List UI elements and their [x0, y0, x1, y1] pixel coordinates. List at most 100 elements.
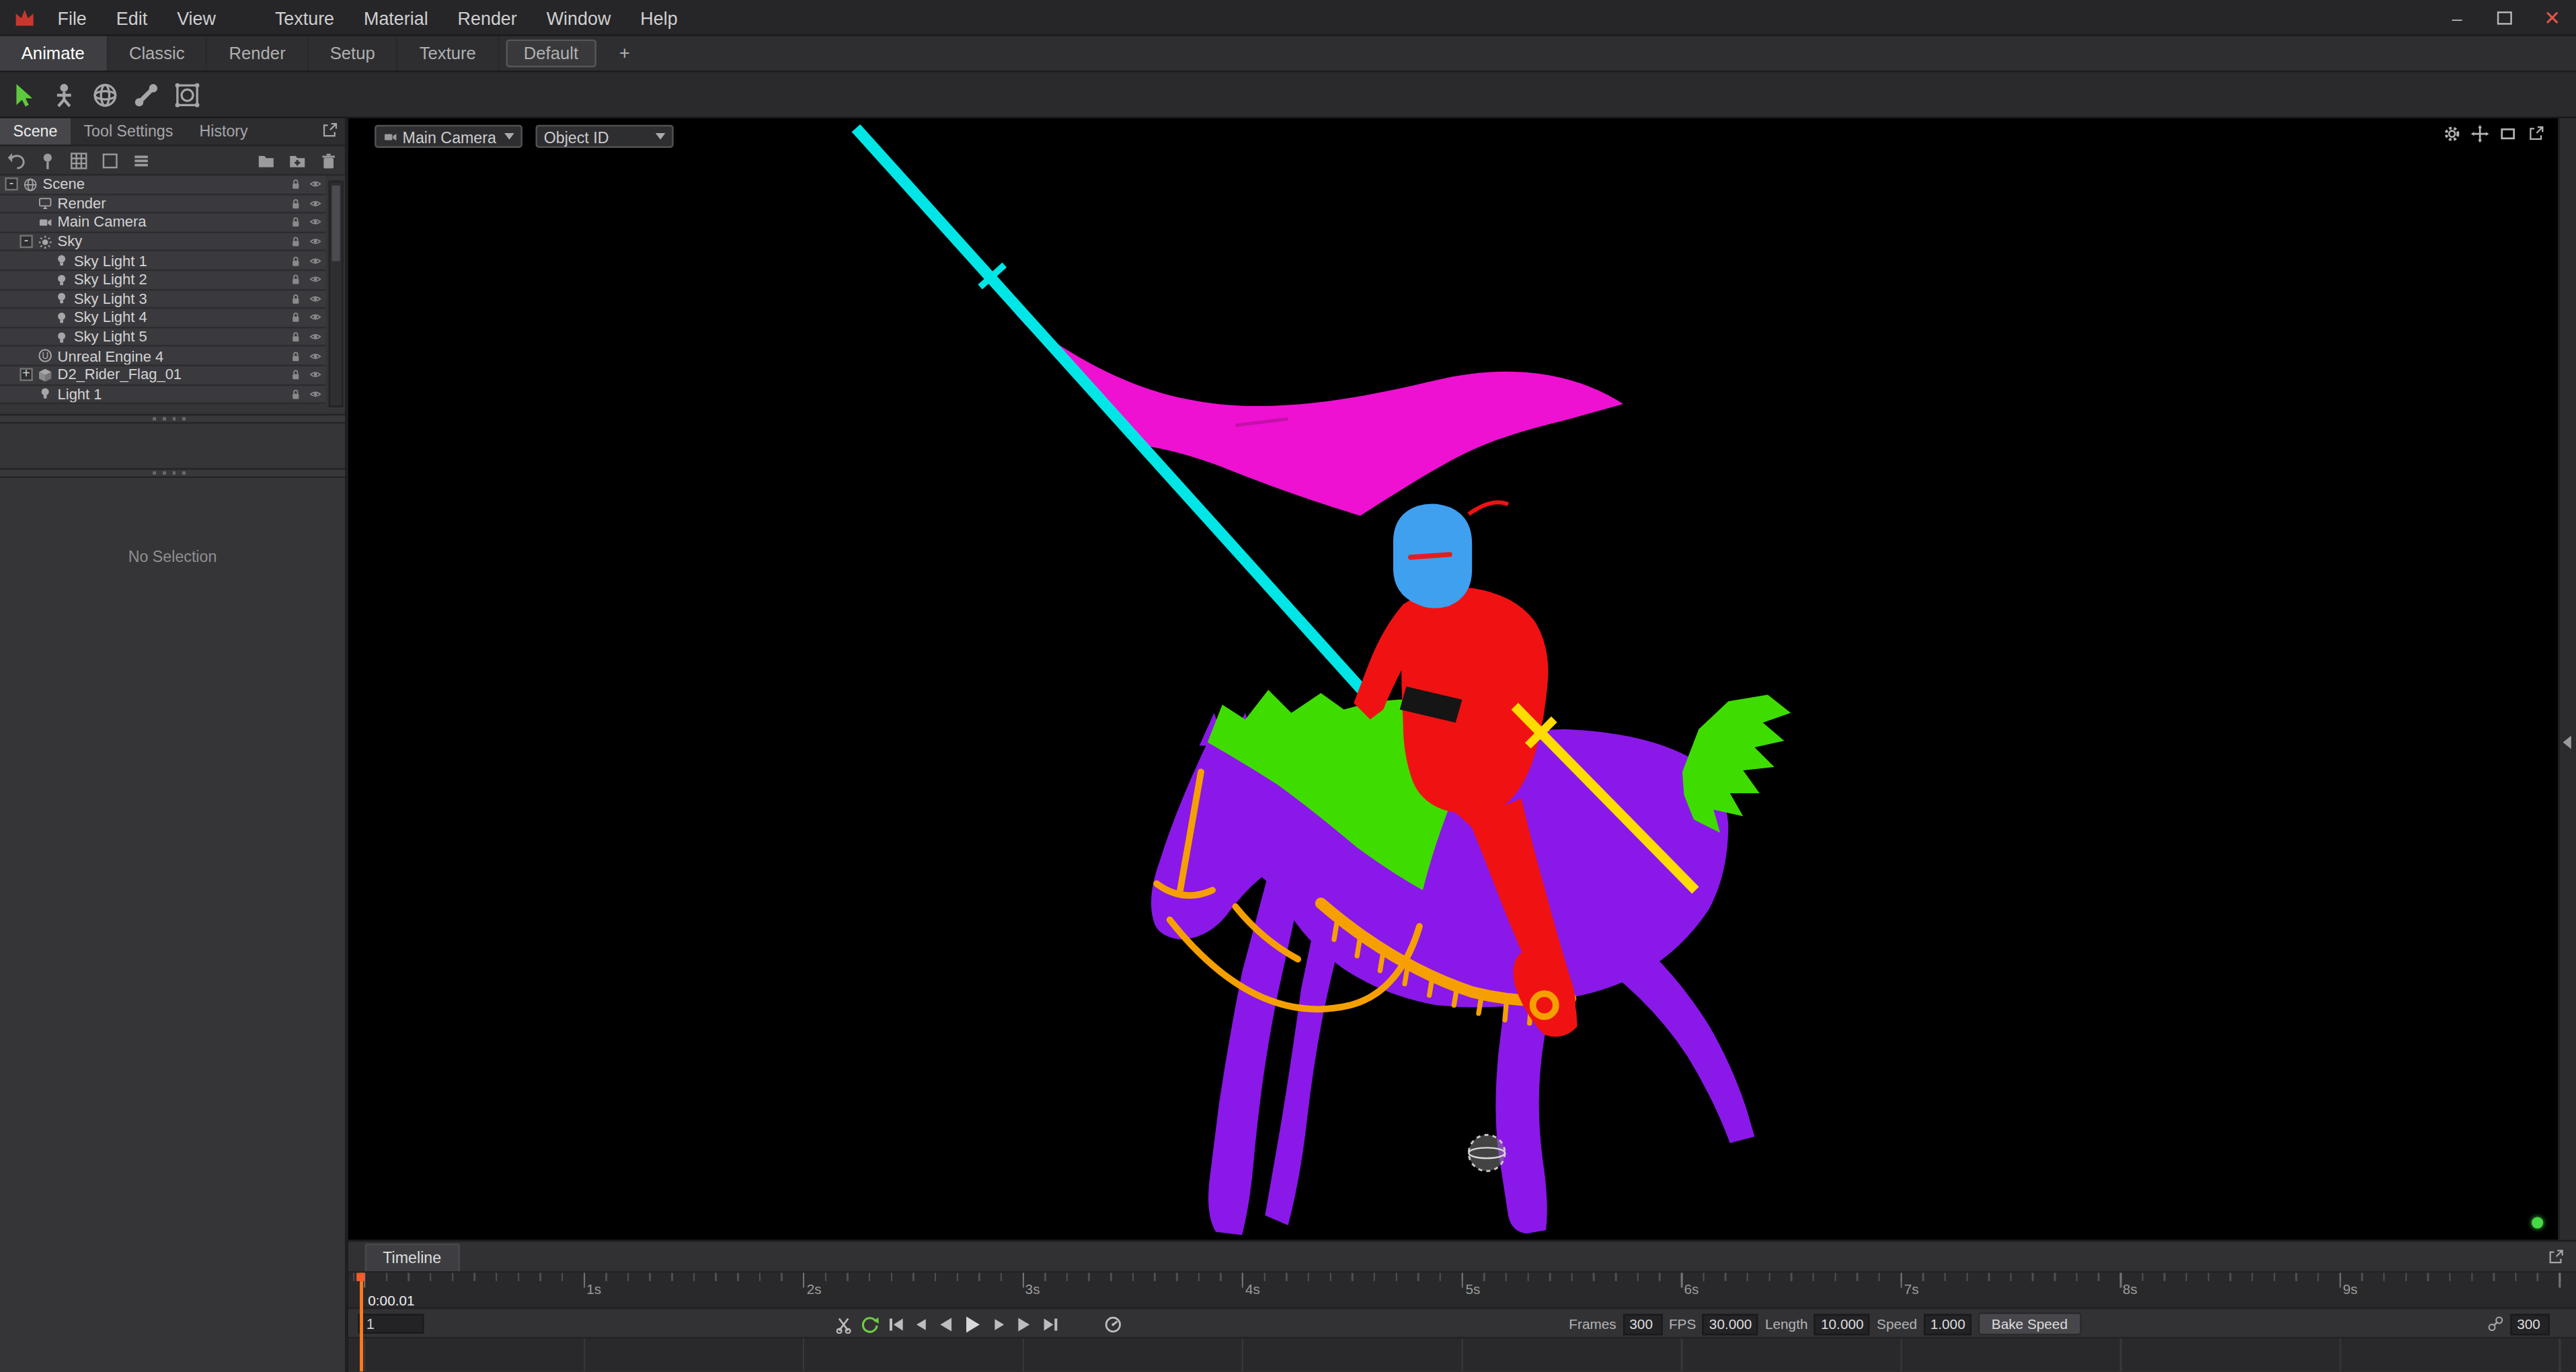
- tab-history[interactable]: History: [186, 118, 261, 145]
- play-button[interactable]: [963, 1313, 984, 1334]
- layers-icon[interactable]: [131, 151, 151, 170]
- view-mode-dropdown[interactable]: Object ID: [536, 125, 674, 148]
- lock-icon[interactable]: [289, 197, 303, 210]
- tree-item-sky-light-5[interactable]: Sky Light 5: [0, 328, 325, 347]
- loop-toggle-button[interactable]: [861, 1315, 879, 1333]
- visibility-icon[interactable]: [309, 350, 322, 363]
- close-button[interactable]: ✕: [2528, 0, 2576, 36]
- lock-icon[interactable]: [289, 330, 303, 344]
- next-frame-button[interactable]: [992, 1316, 1007, 1331]
- visibility-icon[interactable]: [309, 311, 322, 325]
- tree-item-render[interactable]: Render: [0, 195, 325, 214]
- visibility-icon[interactable]: [309, 254, 322, 268]
- tree-item-d2-rider-flag[interactable]: + D2_Rider_Flag_01: [0, 366, 325, 385]
- menu-edit[interactable]: Edit: [102, 0, 162, 36]
- grid-icon[interactable]: [69, 151, 89, 170]
- panel-popout-button[interactable]: [320, 122, 340, 141]
- current-frame-field[interactable]: 1: [358, 1313, 424, 1332]
- lock-icon[interactable]: [289, 178, 303, 192]
- menu-file[interactable]: File: [43, 0, 102, 36]
- visibility-icon[interactable]: [309, 178, 322, 192]
- menu-texture[interactable]: Texture: [260, 0, 349, 36]
- panel-splitter[interactable]: [0, 469, 345, 479]
- menu-render[interactable]: Render: [443, 0, 532, 36]
- visibility-icon[interactable]: [309, 330, 322, 344]
- tree-item-sky-light-4[interactable]: Sky Light 4: [0, 309, 325, 328]
- menu-material[interactable]: Material: [349, 0, 443, 36]
- end-frame-field[interactable]: 300: [2510, 1313, 2550, 1334]
- playback-speed-button[interactable]: [1104, 1315, 1122, 1333]
- armature-tool-button[interactable]: [49, 80, 79, 110]
- cut-button[interactable]: [834, 1315, 853, 1333]
- delete-icon[interactable]: [319, 151, 338, 170]
- viewport-canvas[interactable]: Main Camera Object ID: [348, 118, 2558, 1240]
- fps-field[interactable]: 30.000: [1703, 1313, 1758, 1334]
- tree-item-sky-light-2[interactable]: Sky Light 2: [0, 271, 325, 290]
- maximize-button[interactable]: [2481, 0, 2528, 36]
- menu-view[interactable]: View: [162, 0, 231, 36]
- visibility-icon[interactable]: [309, 292, 322, 306]
- frame-icon[interactable]: [2499, 125, 2517, 143]
- previous-frame-button[interactable]: [913, 1316, 928, 1331]
- workspace-tab-animate[interactable]: Animate: [0, 36, 108, 71]
- workspace-tab-default[interactable]: Default: [506, 40, 596, 68]
- tab-scene[interactable]: Scene: [0, 118, 71, 145]
- timeline-popout-button[interactable]: [2546, 1248, 2566, 1268]
- frames-field[interactable]: 300: [1623, 1313, 1663, 1334]
- workspace-tab-setup[interactable]: Setup: [309, 36, 398, 71]
- workspace-tab-render[interactable]: Render: [208, 36, 309, 71]
- tree-scrollbar[interactable]: [329, 181, 344, 407]
- tree-item-scene[interactable]: - Scene: [0, 175, 325, 194]
- panel-splitter[interactable]: [0, 414, 345, 424]
- timeline-ruler[interactable]: 1s 2s 3s 4s 5s 6s 7s 8s 9s 0:00.01: [348, 1273, 2576, 1309]
- lock-icon[interactable]: [289, 350, 303, 363]
- undo-icon[interactable]: [7, 151, 26, 170]
- right-panel-collapsed[interactable]: [2558, 118, 2576, 1240]
- lock-icon[interactable]: [289, 311, 303, 325]
- tree-item-sky-light-3[interactable]: Sky Light 3: [0, 290, 325, 309]
- popout-icon[interactable]: [2527, 125, 2545, 143]
- add-workspace-button[interactable]: +: [603, 36, 647, 71]
- folder-icon[interactable]: [256, 151, 276, 170]
- lock-icon[interactable]: [289, 254, 303, 268]
- tab-tool-settings[interactable]: Tool Settings: [71, 118, 186, 145]
- tree-item-sky[interactable]: - Sky: [0, 233, 325, 251]
- lock-icon[interactable]: [289, 387, 303, 401]
- tree-item-unreal-engine-4[interactable]: Unreal Engine 4: [0, 347, 325, 366]
- tree-item-sky-light-1[interactable]: Sky Light 1: [0, 252, 325, 271]
- menu-window[interactable]: Window: [532, 0, 626, 36]
- lock-icon[interactable]: [289, 292, 303, 306]
- bake-speed-button[interactable]: Bake Speed: [1978, 1312, 2080, 1335]
- expander[interactable]: -: [5, 178, 18, 192]
- lock-icon[interactable]: [289, 235, 303, 249]
- tree-item-light-1[interactable]: Light 1: [0, 385, 325, 404]
- visibility-icon[interactable]: [309, 273, 322, 286]
- camera-select-dropdown[interactable]: Main Camera: [375, 125, 522, 148]
- menu-help[interactable]: Help: [625, 0, 692, 36]
- play-forward-button[interactable]: [1015, 1315, 1033, 1333]
- playhead[interactable]: [359, 1273, 362, 1372]
- cage-tool-button[interactable]: [173, 80, 202, 110]
- select-tool-button[interactable]: [8, 80, 38, 110]
- lock-icon[interactable]: [289, 216, 303, 229]
- settings-gear-icon[interactable]: [2443, 125, 2461, 143]
- scrollbar-thumb[interactable]: [332, 186, 340, 261]
- tab-timeline[interactable]: Timeline: [364, 1244, 459, 1272]
- sphere-tool-button[interactable]: [90, 80, 120, 110]
- minimize-button[interactable]: –: [2433, 0, 2481, 36]
- link-icon[interactable]: [2487, 1316, 2503, 1332]
- workspace-tab-texture[interactable]: Texture: [398, 36, 499, 71]
- lock-icon[interactable]: [289, 368, 303, 382]
- tree-item-main-camera[interactable]: Main Camera: [0, 214, 325, 233]
- lock-icon[interactable]: [289, 273, 303, 286]
- playhead-handle[interactable]: [356, 1273, 364, 1281]
- pan-icon[interactable]: [2471, 125, 2489, 143]
- bone-tool-button[interactable]: [131, 80, 161, 110]
- visibility-icon[interactable]: [309, 197, 322, 210]
- timeline-track[interactable]: [348, 1338, 2576, 1371]
- play-reverse-button[interactable]: [937, 1315, 955, 1333]
- expander[interactable]: +: [19, 368, 33, 382]
- workspace-tab-classic[interactable]: Classic: [108, 36, 208, 71]
- visibility-icon[interactable]: [309, 368, 322, 382]
- go-to-end-button[interactable]: [1042, 1315, 1060, 1333]
